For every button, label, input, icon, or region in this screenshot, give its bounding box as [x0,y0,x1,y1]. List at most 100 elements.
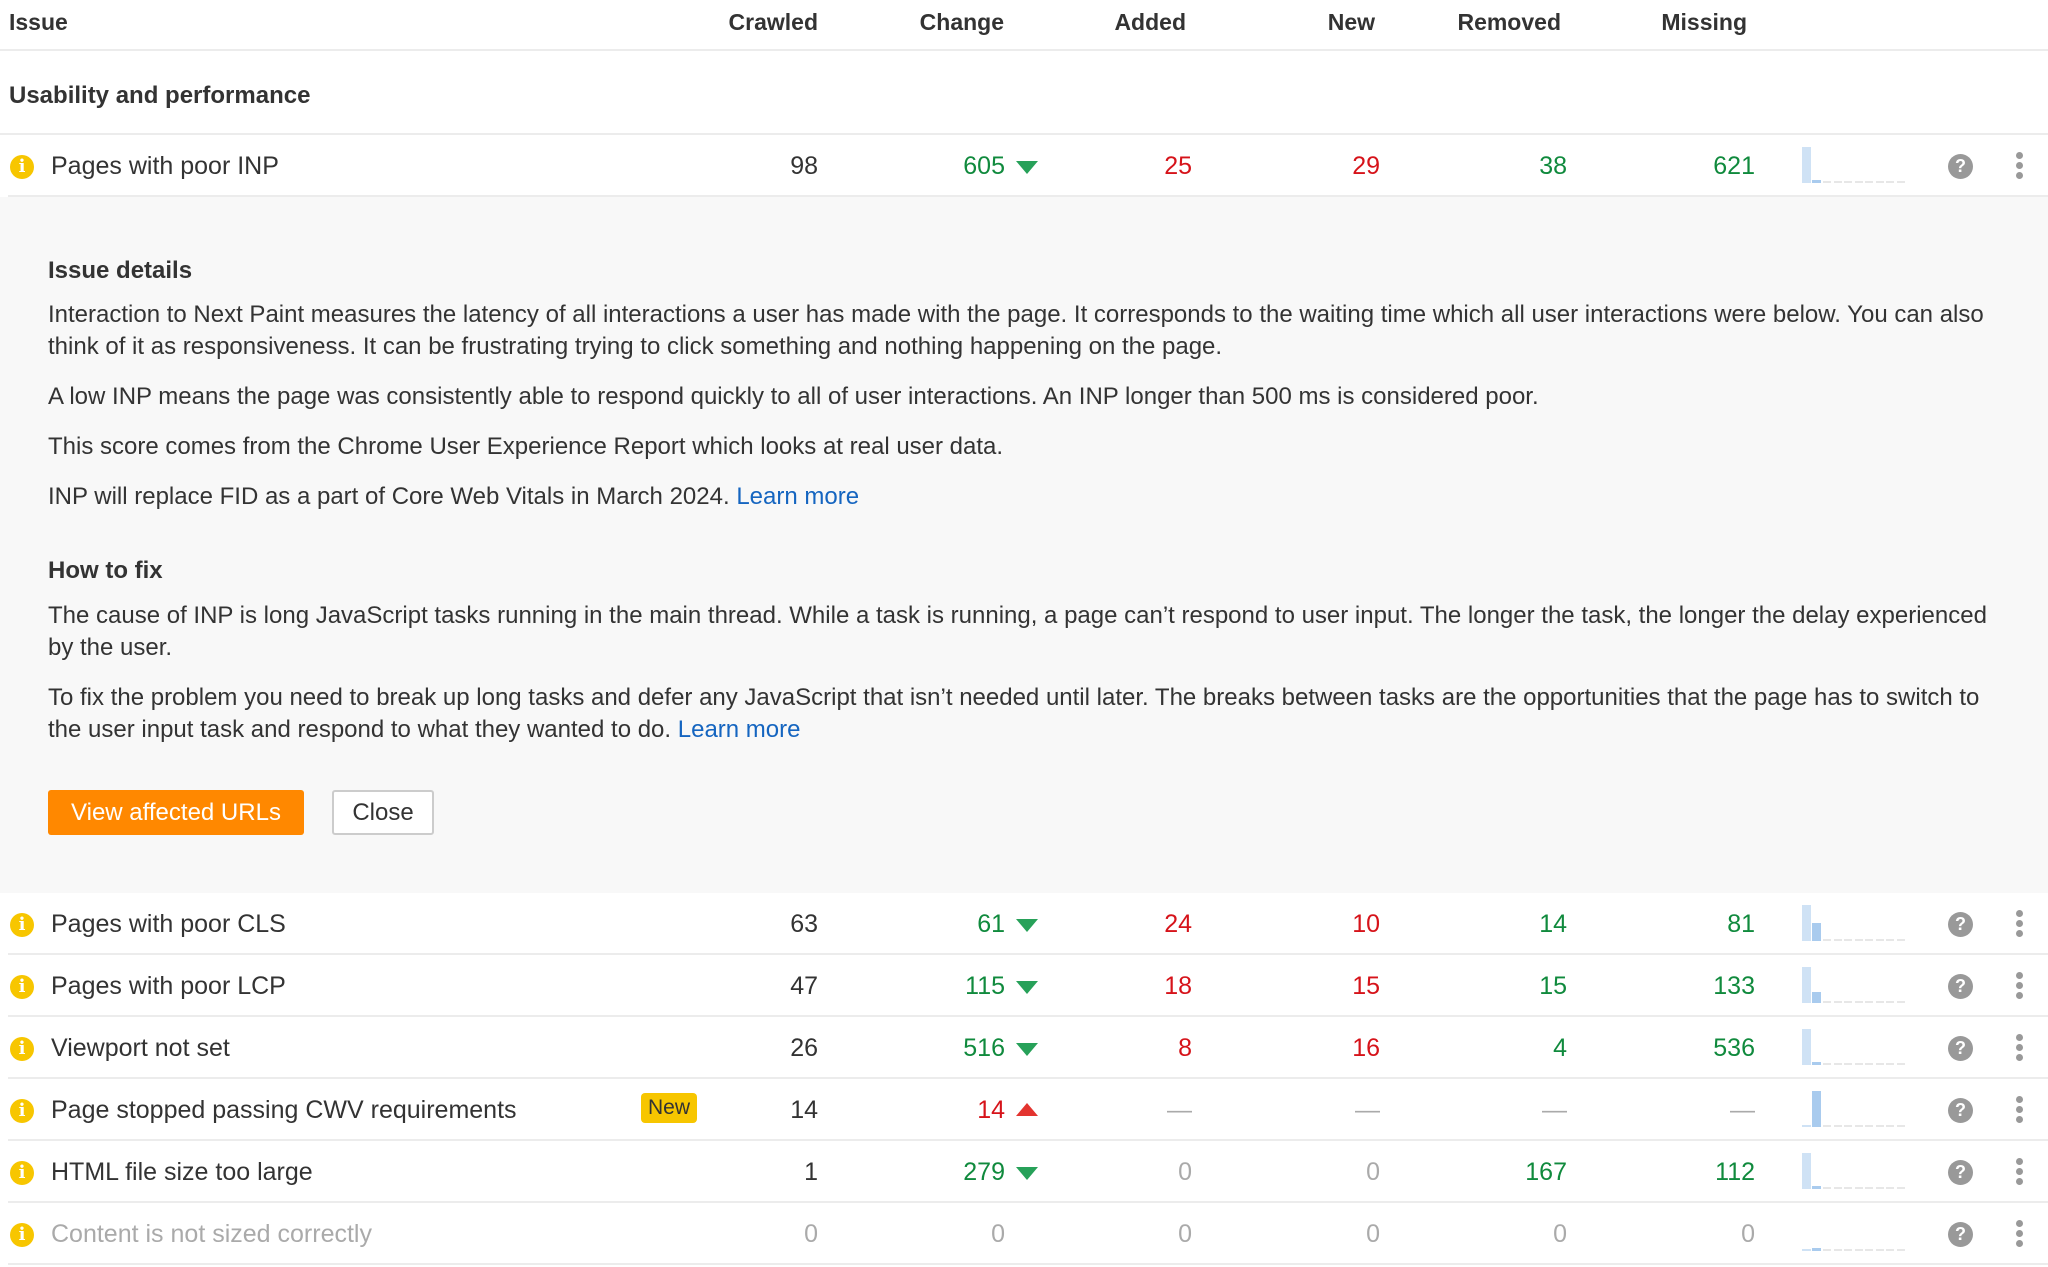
removed-value[interactable]: 15 [1539,972,1567,1001]
crawled-value[interactable]: 63 [790,910,818,939]
issue-row[interactable]: i Pages with poor INP 98 605 25 29 38 621? [0,135,2048,197]
new-value[interactable]: 15 [1352,972,1380,1001]
issue-row[interactable]: i Pages with poor CLS 63 61 24 10 14 81? [0,893,2048,955]
issue-row[interactable]: i HTML file size too large 1 279 0 0 167 112? [0,1141,2048,1203]
column-header-change[interactable]: Change [920,9,1004,36]
crawled-value[interactable]: 26 [790,1034,818,1063]
missing-value[interactable]: 112 [1715,1158,1755,1187]
change-value[interactable]: 0 [991,1220,1005,1249]
new-value[interactable]: 10 [1352,910,1380,939]
learn-more-link[interactable]: Learn more [736,483,859,510]
issue-name[interactable]: Page stopped passing CWV requirements [51,1096,517,1125]
change-value[interactable]: 605 [963,152,1005,181]
more-options-icon[interactable] [2016,152,2024,180]
new-value[interactable]: 0 [1366,1158,1380,1187]
issue-name[interactable]: Pages with poor CLS [51,910,286,939]
crawled-value[interactable]: 14 [790,1096,818,1125]
column-header-crawled[interactable]: Crawled [729,9,818,36]
added-value[interactable]: 0 [1178,1158,1192,1187]
change-value[interactable]: 14 [977,1096,1005,1125]
more-options-icon[interactable] [2016,972,2024,1000]
help-icon[interactable]: ? [1948,1098,1973,1123]
sparkline-empty-slot [1865,1063,1873,1065]
close-button[interactable]: Close [332,790,434,835]
sparkline-bar-current [1812,1091,1821,1127]
help-icon[interactable]: ? [1948,154,1973,179]
help-icon[interactable]: ? [1948,1222,1973,1247]
sparkline-empty-slot [1823,1063,1831,1065]
issue-name[interactable]: Pages with poor INP [51,152,279,181]
new-value[interactable]: 16 [1352,1034,1380,1063]
issue-row[interactable]: i Viewport not set 26 516 8 16 4 536? [0,1017,2048,1079]
crawled-value[interactable]: 1 [804,1158,818,1187]
issue-name[interactable]: HTML file size too large [51,1158,313,1187]
removed-value[interactable]: 0 [1553,1220,1567,1249]
sparkline-empty-slot [1854,1249,1863,1251]
removed-value[interactable]: 14 [1539,910,1567,939]
issue-name[interactable]: Viewport not set [51,1034,230,1063]
crawled-value[interactable]: 98 [790,152,818,181]
issue-name[interactable]: Pages with poor LCP [51,972,286,1001]
change-value[interactable]: 279 [963,1158,1005,1187]
sparkline-empty-slot [1865,1001,1873,1003]
info-icon: i [10,1223,34,1247]
change-value[interactable]: 115 [965,972,1005,1001]
trend-sparkline [1802,1091,1908,1127]
more-options-icon[interactable] [2016,1034,2024,1062]
sparkline-empty-slot [1875,1125,1884,1127]
column-header-issue[interactable]: Issue [9,9,68,36]
issue-row[interactable]: i Page stopped passing CWV requirements Ne… [0,1079,2048,1141]
change-value[interactable]: 61 [977,910,1005,939]
new-value[interactable]: 29 [1352,152,1380,181]
column-header-added[interactable]: Added [1114,9,1186,36]
sparkline-empty-slot [1823,1249,1831,1251]
missing-value[interactable]: — [1730,1096,1755,1125]
missing-value[interactable]: 536 [1713,1034,1755,1063]
change-value[interactable]: 516 [963,1034,1005,1063]
crawled-value[interactable]: 0 [804,1220,818,1249]
paragraph-text: To fix the problem you need to break up … [48,684,1980,743]
trend-sparkline [1802,147,1908,183]
missing-value[interactable]: 133 [1713,972,1755,1001]
learn-more-link[interactable]: Learn more [678,716,801,743]
more-options-icon[interactable] [2016,910,2024,938]
missing-value[interactable]: 81 [1727,910,1755,939]
more-options-icon[interactable] [2016,1158,2024,1186]
sparkline-empty-slot [1875,1063,1884,1065]
missing-value[interactable]: 0 [1741,1220,1755,1249]
removed-value[interactable]: 38 [1539,152,1567,181]
removed-value[interactable]: 4 [1553,1034,1567,1063]
help-icon[interactable]: ? [1948,912,1973,937]
sparkline-empty-slot [1865,181,1873,183]
missing-value[interactable]: 621 [1713,152,1755,181]
column-header-new[interactable]: New [1328,9,1375,36]
issue-row[interactable]: i Content is not sized correctly 0 0 0 0 0 0? [0,1203,2048,1265]
removed-value[interactable]: 167 [1525,1158,1567,1187]
added-value[interactable]: 0 [1178,1220,1192,1249]
sparkline-empty-slot [1886,1249,1894,1251]
added-value[interactable]: 24 [1164,910,1192,939]
help-icon[interactable]: ? [1948,974,1973,999]
more-options-icon[interactable] [2016,1220,2024,1248]
sparkline-bar-current [1812,180,1821,183]
new-value[interactable]: 0 [1366,1220,1380,1249]
sparkline-empty-slot [1865,939,1873,941]
added-value[interactable]: 8 [1178,1034,1192,1063]
issue-name[interactable]: Content is not sized correctly [51,1220,372,1249]
help-icon[interactable]: ? [1948,1160,1973,1185]
issue-row[interactable]: i Pages with poor LCP 47 115 18 15 15 133? [0,955,2048,1017]
removed-value[interactable]: — [1542,1096,1567,1125]
more-options-icon[interactable] [2016,1096,2024,1124]
issue-details-paragraph: A low INP means the page was consistentl… [48,383,1539,410]
column-header-removed[interactable]: Removed [1457,9,1561,36]
view-affected-urls-button[interactable]: View affected URLs [48,790,304,835]
help-icon[interactable]: ? [1948,1036,1973,1061]
new-value[interactable]: — [1355,1096,1380,1125]
added-value[interactable]: 18 [1164,972,1192,1001]
sparkline-empty-slot [1865,1125,1873,1127]
sparkline-empty-slot [1833,939,1842,941]
added-value[interactable]: — [1167,1096,1192,1125]
crawled-value[interactable]: 47 [790,972,818,1001]
added-value[interactable]: 25 [1164,152,1192,181]
column-header-missing[interactable]: Missing [1661,9,1747,36]
